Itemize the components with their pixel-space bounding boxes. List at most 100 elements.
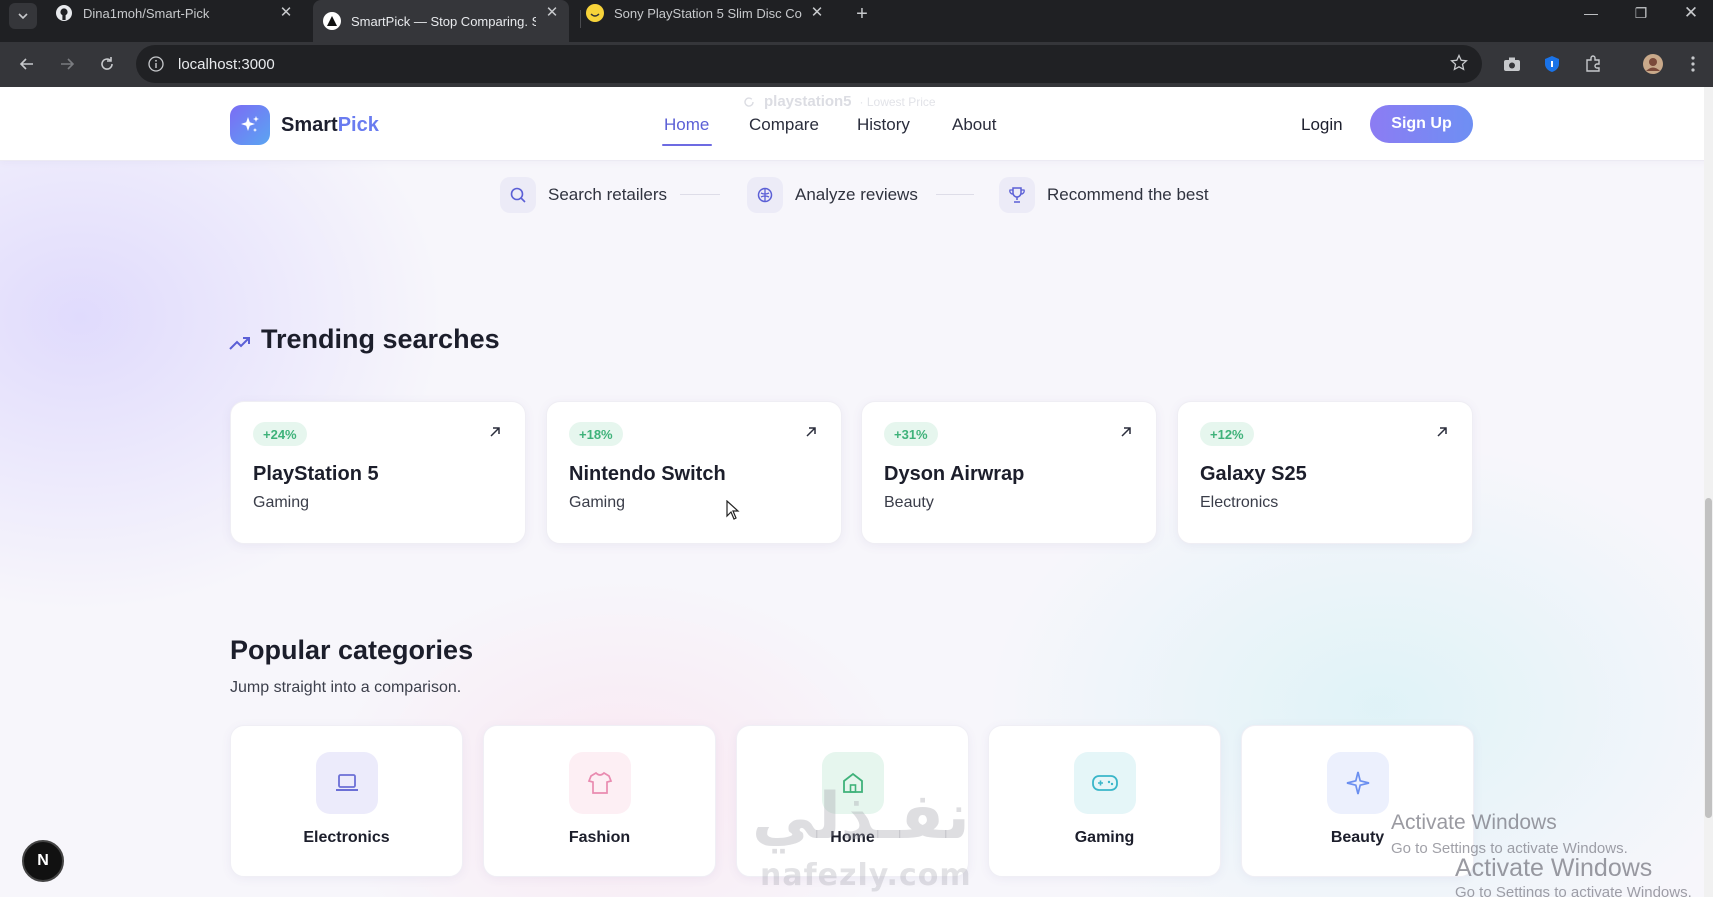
browser-menu-kebab-icon[interactable] [1680, 51, 1706, 77]
login-link[interactable]: Login [1301, 115, 1343, 135]
logo-accent: Pick [337, 114, 379, 136]
step-label: Search retailers [548, 185, 668, 204]
step-search-retailers: Search retailers [500, 177, 667, 213]
site-header: SmartPick playstation5 · Lowest Price Ho… [0, 87, 1713, 161]
card-category: Gaming [569, 494, 626, 511]
growth-badge: +12% [1200, 422, 1254, 446]
trending-card-playstation5[interactable]: +24% PlayStation 5 Gaming [230, 401, 526, 544]
ghost-query: playstation5 [764, 93, 852, 110]
trending-card-dyson-airwrap[interactable]: +31% Dyson Airwrap Beauty [861, 401, 1157, 544]
card-title: Dyson Airwrap [884, 463, 1025, 485]
arrow-up-right-icon [1121, 427, 1131, 437]
chevron-down-icon [18, 13, 28, 20]
tab-divider [580, 10, 581, 28]
tab-playstation[interactable]: Sony PlayStation 5 Slim Disc Co ✕ [586, 0, 826, 26]
tab-github[interactable]: Dina1moh/Smart-Pick ✕ [55, 0, 295, 26]
nav-history[interactable]: History [857, 115, 910, 135]
step-divider [680, 194, 720, 195]
nav-active-indicator [662, 144, 712, 146]
new-tab-plus-icon[interactable]: + [850, 2, 874, 26]
site-info-icon[interactable] [146, 54, 166, 74]
bookmark-star-icon[interactable] [1450, 53, 1468, 77]
step-label: Recommend the best [1047, 185, 1209, 204]
sparkles-logo-icon[interactable] [230, 105, 270, 145]
nav-about[interactable]: About [952, 115, 996, 135]
password-manager-icon[interactable] [1539, 51, 1565, 77]
page-viewport: Search retailers Analyze reviews Recomme… [0, 87, 1713, 897]
categories-subtitle: Jump straight into a comparison. [230, 679, 462, 696]
trophy-icon [999, 177, 1035, 213]
scrollbar-thumb[interactable] [1705, 498, 1712, 818]
url-text: localhost:3000 [178, 56, 275, 73]
card-title: PlayStation 5 [253, 463, 379, 485]
shirt-icon [569, 752, 631, 814]
sparkle-icon [1327, 752, 1389, 814]
ghost-sub: · Lowest Price [859, 94, 936, 109]
watermark-logo: نفـذلي [752, 780, 970, 854]
laptop-icon [316, 752, 378, 814]
nav-compare[interactable]: Compare [749, 115, 819, 135]
step-recommend-best: Recommend the best [999, 177, 1209, 213]
camera-icon[interactable] [1499, 51, 1525, 77]
signup-button[interactable]: Sign Up [1370, 105, 1473, 143]
nextjs-dev-badge[interactable]: N [22, 840, 64, 882]
arrow-up-right-icon [1437, 427, 1447, 437]
trending-up-icon [229, 337, 250, 350]
logo-wordmark[interactable]: SmartPick [281, 114, 379, 137]
tab-title: SmartPick — Stop Comparing. S [351, 13, 536, 29]
window-close-icon[interactable]: ✕ [1666, 0, 1713, 26]
category-card-electronics[interactable]: Electronics [230, 725, 463, 877]
nextjs-icon [323, 12, 341, 30]
tab-title: Sony PlayStation 5 Slim Disc Co [614, 5, 802, 21]
gamepad-icon [1074, 752, 1136, 814]
arrow-up-right-icon [490, 427, 500, 437]
categories-title: Popular categories [230, 635, 474, 665]
search-icon [500, 177, 536, 213]
category-card-gaming[interactable]: Gaming [988, 725, 1221, 877]
github-icon [55, 4, 73, 22]
card-title: Nintendo Switch [569, 463, 726, 485]
step-divider [936, 194, 974, 195]
nav-home[interactable]: Home [664, 115, 709, 135]
brain-icon [747, 177, 783, 213]
address-bar[interactable]: localhost:3000 [136, 45, 1482, 83]
how-it-works-steps: Search retailers Analyze reviews Recomme… [0, 177, 1713, 217]
tab-search-button[interactable] [9, 3, 37, 29]
reload-icon[interactable] [94, 51, 120, 77]
step-analyze-reviews: Analyze reviews [747, 177, 918, 213]
trending-card-galaxy-s25[interactable]: +12% Galaxy S25 Electronics [1177, 401, 1473, 544]
mouse-cursor-icon [726, 500, 740, 520]
forward-arrow-icon[interactable] [54, 51, 80, 77]
restore-icon[interactable]: ❐ [1616, 0, 1666, 26]
trending-title: Trending searches [261, 324, 500, 354]
tab-smartpick[interactable]: SmartPick — Stop Comparing. S ✕ [313, 0, 569, 42]
card-category: Electronics [1200, 494, 1279, 511]
tab-title: Dina1moh/Smart-Pick [83, 5, 210, 21]
ghost-search-hint: playstation5 · Lowest Price [742, 93, 936, 110]
card-category: Gaming [253, 494, 310, 511]
logo-main: Smart [281, 114, 338, 136]
back-arrow-icon[interactable] [14, 51, 40, 77]
refresh-icon [744, 96, 754, 107]
category-label: Electronics [303, 829, 390, 846]
growth-badge: +18% [569, 422, 623, 446]
close-icon[interactable]: ✕ [808, 3, 826, 21]
card-category: Beauty [884, 494, 934, 511]
card-title: Galaxy S25 [1200, 463, 1307, 485]
category-card-fashion[interactable]: Fashion [483, 725, 716, 877]
minimize-icon[interactable]: — [1566, 0, 1616, 26]
close-icon[interactable]: ✕ [543, 3, 561, 21]
category-label: Fashion [568, 829, 631, 846]
growth-badge: +31% [884, 422, 938, 446]
extensions-puzzle-icon[interactable] [1580, 51, 1606, 77]
growth-badge: +24% [253, 422, 307, 446]
profile-avatar-icon[interactable] [1640, 51, 1666, 77]
activate-windows-title: Activate Windows [1391, 811, 1557, 834]
watermark-url: nafezly.com [760, 858, 972, 893]
close-icon[interactable]: ✕ [277, 3, 295, 21]
step-label: Analyze reviews [795, 185, 918, 204]
category-label: Gaming [1074, 829, 1135, 846]
smiley-icon [586, 4, 604, 22]
activate-windows-title: Activate Windows [1455, 854, 1653, 882]
trending-card-nintendo-switch[interactable]: +18% Nintendo Switch Gaming [546, 401, 842, 544]
